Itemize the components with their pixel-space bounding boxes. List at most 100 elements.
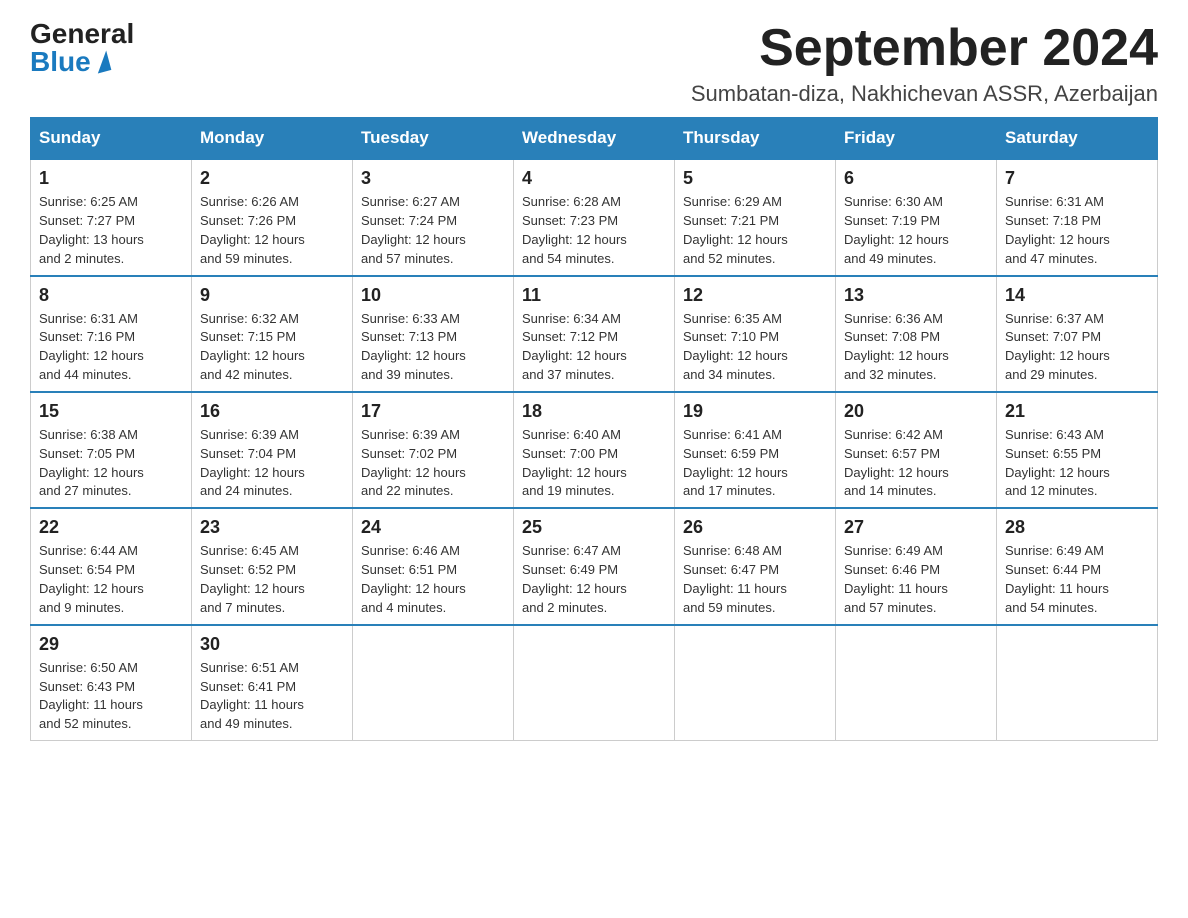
day-number: 16 [200, 401, 344, 422]
day-number: 12 [683, 285, 827, 306]
weekday-header-saturday: Saturday [997, 118, 1158, 160]
calendar-cell: 4 Sunrise: 6:28 AMSunset: 7:23 PMDaylight… [514, 159, 675, 275]
day-number: 9 [200, 285, 344, 306]
day-info: Sunrise: 6:25 AMSunset: 7:27 PMDaylight:… [39, 193, 183, 268]
calendar-cell: 13 Sunrise: 6:36 AMSunset: 7:08 PMDayligh… [836, 276, 997, 392]
day-info: Sunrise: 6:45 AMSunset: 6:52 PMDaylight:… [200, 542, 344, 617]
weekday-header-thursday: Thursday [675, 118, 836, 160]
calendar-cell: 22Sunrise: 6:44 AMSunset: 6:54 PMDayligh… [31, 508, 192, 624]
day-number: 21 [1005, 401, 1149, 422]
calendar-cell: 7 Sunrise: 6:31 AMSunset: 7:18 PMDaylight… [997, 159, 1158, 275]
calendar-cell: 10 Sunrise: 6:33 AMSunset: 7:13 PMDayligh… [353, 276, 514, 392]
logo-triangle-icon [92, 51, 111, 74]
day-number: 23 [200, 517, 344, 538]
day-number: 3 [361, 168, 505, 189]
day-info: Sunrise: 6:42 AMSunset: 6:57 PMDaylight:… [844, 426, 988, 501]
day-info: Sunrise: 6:34 AMSunset: 7:12 PMDaylight:… [522, 310, 666, 385]
day-info: Sunrise: 6:40 AMSunset: 7:00 PMDaylight:… [522, 426, 666, 501]
calendar-cell: 27Sunrise: 6:49 AMSunset: 6:46 PMDayligh… [836, 508, 997, 624]
calendar-cell [353, 625, 514, 741]
calendar-cell: 21 Sunrise: 6:43 AMSunset: 6:55 PMDayligh… [997, 392, 1158, 508]
day-info: Sunrise: 6:49 AMSunset: 6:44 PMDaylight:… [1005, 542, 1149, 617]
day-number: 24 [361, 517, 505, 538]
calendar-week-5: 29 Sunrise: 6:50 AMSunset: 6:43 PMDayligh… [31, 625, 1158, 741]
calendar-cell: 11 Sunrise: 6:34 AMSunset: 7:12 PMDayligh… [514, 276, 675, 392]
calendar-cell: 1 Sunrise: 6:25 AMSunset: 7:27 PMDaylight… [31, 159, 192, 275]
day-number: 5 [683, 168, 827, 189]
day-number: 14 [1005, 285, 1149, 306]
day-info: Sunrise: 6:47 AMSunset: 6:49 PMDaylight:… [522, 542, 666, 617]
day-number: 1 [39, 168, 183, 189]
weekday-header-wednesday: Wednesday [514, 118, 675, 160]
day-number: 28 [1005, 517, 1149, 538]
day-info: Sunrise: 6:26 AMSunset: 7:26 PMDaylight:… [200, 193, 344, 268]
day-number: 20 [844, 401, 988, 422]
day-number: 7 [1005, 168, 1149, 189]
weekday-header-row: SundayMondayTuesdayWednesdayThursdayFrid… [31, 118, 1158, 160]
weekday-header-friday: Friday [836, 118, 997, 160]
calendar-cell: 8 Sunrise: 6:31 AMSunset: 7:16 PMDaylight… [31, 276, 192, 392]
day-number: 22 [39, 517, 183, 538]
day-number: 27 [844, 517, 988, 538]
day-number: 29 [39, 634, 183, 655]
calendar-cell: 2Sunrise: 6:26 AMSunset: 7:26 PMDaylight… [192, 159, 353, 275]
day-info: Sunrise: 6:31 AMSunset: 7:18 PMDaylight:… [1005, 193, 1149, 268]
calendar-cell: 15 Sunrise: 6:38 AMSunset: 7:05 PMDayligh… [31, 392, 192, 508]
day-number: 10 [361, 285, 505, 306]
day-info: Sunrise: 6:29 AMSunset: 7:21 PMDaylight:… [683, 193, 827, 268]
calendar-cell [675, 625, 836, 741]
calendar-cell: 16 Sunrise: 6:39 AMSunset: 7:04 PMDayligh… [192, 392, 353, 508]
calendar-cell [836, 625, 997, 741]
day-info: Sunrise: 6:28 AMSunset: 7:23 PMDaylight:… [522, 193, 666, 268]
calendar-cell: 6Sunrise: 6:30 AMSunset: 7:19 PMDaylight… [836, 159, 997, 275]
calendar-cell: 23 Sunrise: 6:45 AMSunset: 6:52 PMDayligh… [192, 508, 353, 624]
day-info: Sunrise: 6:50 AMSunset: 6:43 PMDaylight:… [39, 659, 183, 734]
calendar-table: SundayMondayTuesdayWednesdayThursdayFrid… [30, 117, 1158, 741]
calendar-cell: 20 Sunrise: 6:42 AMSunset: 6:57 PMDayligh… [836, 392, 997, 508]
day-number: 26 [683, 517, 827, 538]
title-area: September 2024 Sumbatan-diza, Nakhicheva… [691, 20, 1158, 107]
day-info: Sunrise: 6:46 AMSunset: 6:51 PMDaylight:… [361, 542, 505, 617]
day-number: 4 [522, 168, 666, 189]
day-info: Sunrise: 6:39 AMSunset: 7:04 PMDaylight:… [200, 426, 344, 501]
day-number: 25 [522, 517, 666, 538]
calendar-cell: 5 Sunrise: 6:29 AMSunset: 7:21 PMDaylight… [675, 159, 836, 275]
day-number: 11 [522, 285, 666, 306]
calendar-cell: 19 Sunrise: 6:41 AMSunset: 6:59 PMDayligh… [675, 392, 836, 508]
day-number: 8 [39, 285, 183, 306]
weekday-header-monday: Monday [192, 118, 353, 160]
calendar-week-4: 22Sunrise: 6:44 AMSunset: 6:54 PMDayligh… [31, 508, 1158, 624]
day-number: 17 [361, 401, 505, 422]
day-info: Sunrise: 6:41 AMSunset: 6:59 PMDaylight:… [683, 426, 827, 501]
month-title: September 2024 [691, 20, 1158, 77]
calendar-week-1: 1 Sunrise: 6:25 AMSunset: 7:27 PMDaylight… [31, 159, 1158, 275]
day-info: Sunrise: 6:43 AMSunset: 6:55 PMDaylight:… [1005, 426, 1149, 501]
calendar-cell [514, 625, 675, 741]
location-subtitle: Sumbatan-diza, Nakhichevan ASSR, Azerbai… [691, 81, 1158, 107]
day-info: Sunrise: 6:48 AMSunset: 6:47 PMDaylight:… [683, 542, 827, 617]
day-info: Sunrise: 6:38 AMSunset: 7:05 PMDaylight:… [39, 426, 183, 501]
day-number: 13 [844, 285, 988, 306]
weekday-header-sunday: Sunday [31, 118, 192, 160]
day-info: Sunrise: 6:36 AMSunset: 7:08 PMDaylight:… [844, 310, 988, 385]
day-number: 6 [844, 168, 988, 189]
calendar-week-2: 8 Sunrise: 6:31 AMSunset: 7:16 PMDaylight… [31, 276, 1158, 392]
day-info: Sunrise: 6:32 AMSunset: 7:15 PMDaylight:… [200, 310, 344, 385]
logo-general-text: General [30, 20, 134, 48]
day-info: Sunrise: 6:27 AMSunset: 7:24 PMDaylight:… [361, 193, 505, 268]
day-info: Sunrise: 6:31 AMSunset: 7:16 PMDaylight:… [39, 310, 183, 385]
calendar-cell: 29 Sunrise: 6:50 AMSunset: 6:43 PMDayligh… [31, 625, 192, 741]
calendar-cell: 24 Sunrise: 6:46 AMSunset: 6:51 PMDayligh… [353, 508, 514, 624]
page-header: General Blue September 2024 Sumbatan-diz… [30, 20, 1158, 107]
calendar-week-3: 15 Sunrise: 6:38 AMSunset: 7:05 PMDayligh… [31, 392, 1158, 508]
day-number: 19 [683, 401, 827, 422]
calendar-cell: 18 Sunrise: 6:40 AMSunset: 7:00 PMDayligh… [514, 392, 675, 508]
day-info: Sunrise: 6:33 AMSunset: 7:13 PMDaylight:… [361, 310, 505, 385]
logo: General Blue [30, 20, 134, 76]
calendar-cell: 17Sunrise: 6:39 AMSunset: 7:02 PMDayligh… [353, 392, 514, 508]
calendar-cell: 25 Sunrise: 6:47 AMSunset: 6:49 PMDayligh… [514, 508, 675, 624]
day-number: 15 [39, 401, 183, 422]
logo-blue-text: Blue [30, 48, 109, 76]
day-number: 18 [522, 401, 666, 422]
calendar-cell: 30Sunrise: 6:51 AMSunset: 6:41 PMDayligh… [192, 625, 353, 741]
